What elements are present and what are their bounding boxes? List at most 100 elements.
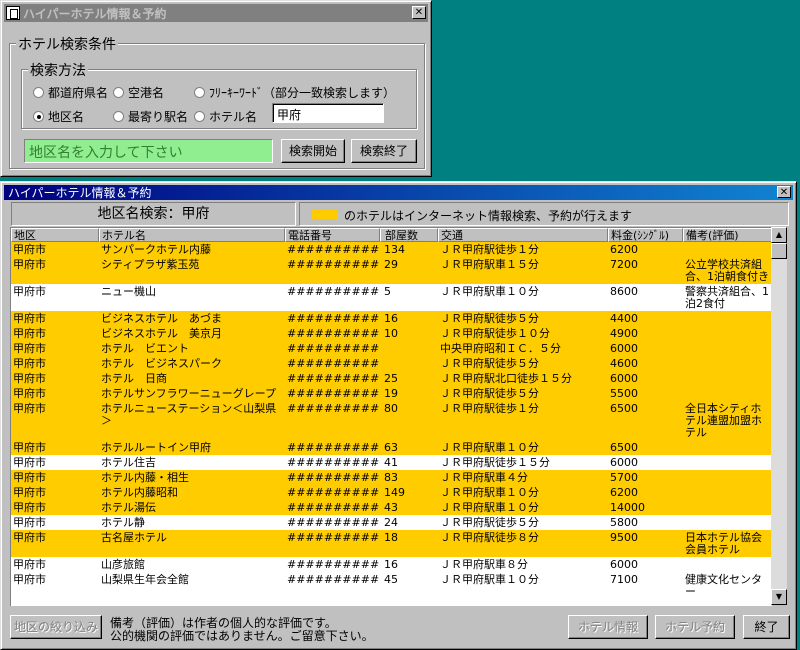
table-cell-note — [683, 341, 772, 356]
radio-label: 都道府県名 — [48, 86, 109, 100]
table-row[interactable]: 甲府市 ニュー機山 ############ 5 ＪＲ甲府駅車１０分 8600 警察共済組合… — [11, 284, 772, 311]
table-row[interactable]: 甲府市 ホテル内藤昭和 ############ 149 ＪＲ甲府駅車１０分 6200 — [11, 485, 772, 500]
table-cell-name: ホテル ビエント — [101, 342, 189, 355]
radio-freeword[interactable]: ﾌﾘｰｷｰﾜｰﾄﾞ（部分一致検索します） — [194, 84, 395, 101]
results-window-titlebar[interactable]: ハイパーホテル情報＆予約 ✕ — [4, 185, 793, 200]
close-icon[interactable]: ✕ — [777, 186, 791, 198]
radio-indicator[interactable] — [33, 87, 44, 98]
radio-label: 空港名 — [128, 86, 165, 100]
table-cell-phone: ############ — [287, 285, 380, 298]
hotel-table[interactable]: 地区 ホテル名 電話番号 部屋数 交通 料金(ｼﾝｸﾞﾙ) 備考(評価) 甲府市 サンパークホ… — [10, 227, 772, 606]
table-cell-phone: ############ — [287, 441, 380, 454]
table-cell-name: ホテルサンフラワーニューグレープ — [101, 387, 277, 400]
table-cell-note: 全日本シティホテル連盟加盟ホテル — [685, 402, 762, 439]
table-row[interactable]: 甲府市 ホテル静 ############ 24 ＪＲ甲府駅徒歩５分 5800 — [11, 515, 772, 530]
table-cell-phone: ############ — [287, 501, 380, 514]
table-cell-price: 7100 — [610, 573, 638, 586]
radio-indicator-selected[interactable] — [33, 111, 44, 122]
table-cell-price: 4400 — [610, 312, 638, 325]
search-end-button[interactable]: 検索終了 — [351, 139, 417, 163]
column-header[interactable]: 電話番号 — [285, 228, 380, 242]
vertical-scrollbar[interactable]: ▲ ▼ — [771, 227, 787, 605]
table-row[interactable]: 甲府市 ホテルニューステーション＜山梨県＞ ############ 80 ＪＲ甲府駅徒… — [11, 401, 772, 440]
search-method-title: 検索方法 — [28, 60, 88, 80]
radio-label: 最寄り駅名 — [128, 110, 189, 124]
search-start-button[interactable]: 検索開始 — [281, 139, 345, 163]
radio-label: 地区名 — [48, 110, 85, 124]
hotel-info-button[interactable]: ホテル情報 — [568, 615, 648, 639]
table-cell-access: ＪＲ甲府駅徒歩８分 — [440, 531, 539, 544]
filter-area-button[interactable]: 地区の絞り込み — [10, 615, 102, 639]
table-cell-phone: ############ — [287, 243, 380, 256]
column-header[interactable]: 備考(評価) — [683, 228, 772, 242]
radio-indicator[interactable] — [194, 111, 205, 122]
close-icon[interactable]: ✕ — [412, 6, 426, 19]
table-row[interactable]: 甲府市 山彦旅館 ############ 16 ＪＲ甲府駅車８分 6000 — [11, 557, 772, 572]
table-cell-phone: ############ — [287, 531, 380, 544]
table-row[interactable]: 甲府市 ホテル ビエント ############ 中央甲府昭和ＩＣ．５分 6000 — [11, 341, 772, 356]
scroll-up-icon[interactable]: ▲ — [771, 227, 787, 243]
table-row[interactable]: 甲府市 ホテル 日商 ############ 25 ＪＲ甲府駅北口徒歩１５分 6000 — [11, 371, 772, 386]
radio-label: ﾌﾘｰｷｰﾜｰﾄﾞ（部分一致検索します） — [209, 86, 396, 100]
table-body: 甲府市 サンパークホテル内藤 ############ 134 ＪＲ甲府駅徒歩１分 620… — [11, 242, 772, 599]
search-input[interactable]: 甲府 — [272, 103, 384, 123]
table-cell-area: 甲府市 — [13, 285, 46, 298]
table-row[interactable]: 甲府市 ビジネスホテル 美京月 ############ 10 ＪＲ甲府駅徒歩１０分 49… — [11, 326, 772, 341]
table-cell-note — [683, 326, 772, 341]
scroll-thumb[interactable] — [771, 243, 787, 259]
column-header[interactable]: 地区 — [11, 228, 99, 242]
table-cell-access: 中央甲府昭和ＩＣ．５分 — [440, 342, 561, 355]
table-cell-access: ＪＲ甲府駅徒歩１０分 — [440, 327, 550, 340]
radio-indicator[interactable] — [113, 87, 124, 98]
table-cell-name: ニュー機山 — [101, 285, 156, 298]
table-row[interactable]: 甲府市 サンパークホテル内藤 ############ 134 ＪＲ甲府駅徒歩１分 620… — [11, 242, 772, 257]
radio-airport[interactable]: 空港名 — [113, 84, 164, 101]
table-cell-area: 甲府市 — [13, 456, 46, 469]
table-row[interactable]: 甲府市 ホテルサンフラワーニューグレープ ############ 19 ＪＲ甲府駅徒歩… — [11, 386, 772, 401]
table-cell-note: 日本ホテル協会会員ホテル — [685, 531, 762, 556]
table-row[interactable]: 甲府市 シティプラザ紫玉苑 ############ 29 ＪＲ甲府駅車１５分 7200 公… — [11, 257, 772, 284]
column-header[interactable]: ホテル名 — [99, 228, 285, 242]
table-cell-phone: ############ — [287, 516, 380, 529]
table-cell-area: 甲府市 — [13, 243, 46, 256]
table-cell-access: ＪＲ甲府駅徒歩１５分 — [440, 456, 550, 469]
column-header[interactable]: 部屋数 — [380, 228, 438, 242]
table-cell-rooms: 5 — [384, 285, 391, 298]
table-cell-name: ビジネスホテル あづま — [101, 312, 222, 325]
radio-station[interactable]: 最寄り駅名 — [113, 108, 188, 125]
table-row[interactable]: 甲府市 ホテル ビジネスパーク ############ ＪＲ甲府駅徒歩５分 4600 — [11, 356, 772, 371]
table-row[interactable]: 甲府市 山梨県生年会全館 ############ 45 ＪＲ甲府駅車１０分 7100 健康… — [11, 572, 772, 599]
search-label: 地区名検索：甲府 — [97, 206, 210, 222]
radio-prefecture[interactable]: 都道府県名 — [33, 84, 108, 101]
table-cell-name: サンパークホテル内藤 — [101, 243, 211, 256]
radio-label: ホテル名 — [209, 110, 258, 124]
table-cell-rooms: 16 — [384, 558, 398, 571]
table-cell-area: 甲府市 — [13, 501, 46, 514]
table-cell-rooms: 29 — [384, 258, 398, 271]
table-cell-name: 山彦旅館 — [101, 558, 145, 571]
exit-button[interactable]: 終了 — [743, 615, 790, 639]
column-header[interactable]: 交通 — [438, 228, 608, 242]
table-cell-access: ＪＲ甲府駅徒歩１分 — [440, 402, 539, 415]
table-row[interactable]: 甲府市 ホテルルートイン甲府 ############ 63 ＪＲ甲府駅車１０分 6500 — [11, 440, 772, 455]
table-cell-area: 甲府市 — [13, 516, 46, 529]
column-header[interactable]: 料金(ｼﾝｸﾞﾙ) — [608, 228, 683, 242]
table-row[interactable]: 甲府市 古名屋ホテル ############ 18 ＪＲ甲府駅徒歩８分 9500 日本ホテ… — [11, 530, 772, 557]
radio-indicator[interactable] — [194, 87, 205, 98]
scroll-down-icon[interactable]: ▼ — [771, 589, 787, 605]
hotel-reserve-button[interactable]: ホテル予約 — [655, 615, 735, 639]
radio-area[interactable]: 地区名 — [33, 108, 84, 125]
search-window-titlebar[interactable]: ハイパーホテル情報＆予約 ✕ — [4, 4, 428, 22]
table-row[interactable]: 甲府市 ホテル住吉 ############ 41 ＪＲ甲府駅徒歩１５分 6000 — [11, 455, 772, 470]
table-cell-note — [683, 371, 772, 386]
search-window: ハイパーホテル情報＆予約 ✕ ホテル検索条件 検索方法 都道府県名 空港名 ﾌﾘ… — [0, 0, 432, 177]
table-row[interactable]: 甲府市 ホテル湯伝 ############ 43 ＪＲ甲府駅車１０分 14000 — [11, 500, 772, 515]
radio-indicator[interactable] — [113, 111, 124, 122]
table-row[interactable]: 甲府市 ホテル内藤・相生 ############ 83 ＪＲ甲府駅車４分 5700 — [11, 470, 772, 485]
table-cell-name: ホテル静 — [101, 516, 145, 529]
table-cell-access: ＪＲ甲府駅徒歩５分 — [440, 516, 539, 529]
table-row[interactable]: 甲府市 ビジネスホテル あづま ############ 16 ＪＲ甲府駅徒歩５分 440… — [11, 311, 772, 326]
table-cell-note — [683, 440, 772, 455]
table-cell-note: 健康文化センター — [685, 573, 762, 598]
radio-hotel[interactable]: ホテル名 — [194, 108, 257, 125]
